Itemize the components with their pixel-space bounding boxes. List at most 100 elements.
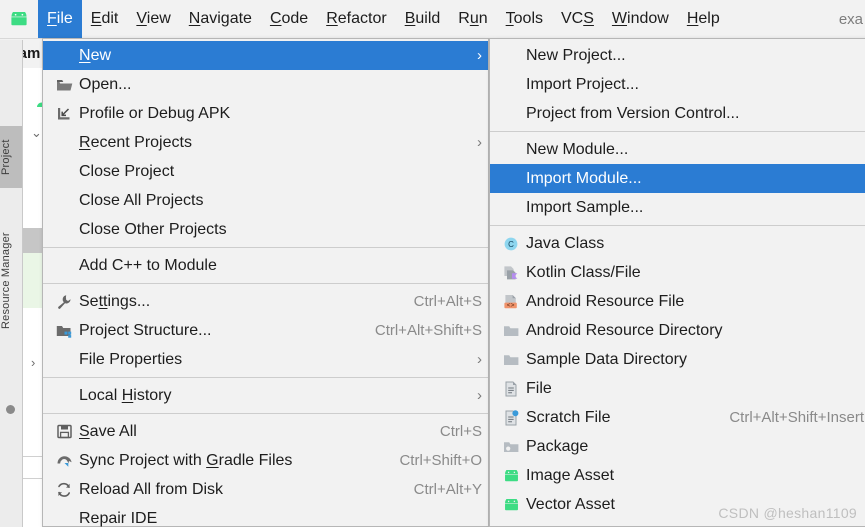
android-logo-icon <box>498 466 524 486</box>
new-submenu-popup[interactable]: New Project... Import Project... Project… <box>489 38 865 527</box>
wrench-icon <box>51 292 77 312</box>
blank-icon <box>51 509 77 527</box>
chevron-right-icon: › <box>477 134 482 151</box>
project-name-label: exa <box>838 10 863 28</box>
menu-item-android-resource-directory[interactable]: Android Resource Directory <box>490 316 865 345</box>
file-icon <box>498 379 524 399</box>
menu-accel: Ctrl+Alt+Shift+Insert <box>729 409 864 426</box>
menu-item-java-class[interactable]: C Java Class <box>490 229 865 258</box>
menu-item-kotlin-class-file[interactable]: Kotlin Class/File <box>490 258 865 287</box>
menu-accel: Ctrl+Alt+Y <box>413 481 482 498</box>
menu-bar: File Edit View Navigate Code Refactor Bu… <box>0 0 865 39</box>
menu-item-repair-ide[interactable]: Repair IDE <box>43 504 488 527</box>
blank-icon <box>51 256 77 276</box>
save-icon <box>51 422 77 442</box>
java-class-icon: C <box>498 234 524 254</box>
project-tree-expander-2-icon[interactable]: › <box>31 355 35 370</box>
svg-text:<>: <> <box>507 302 515 309</box>
menu-item-save-all[interactable]: Save All Ctrl+S <box>43 417 488 446</box>
menu-item-open[interactable]: Open... <box>43 70 488 99</box>
blank-icon <box>498 140 524 160</box>
menubar-item-edit[interactable]: Edit <box>82 0 128 38</box>
menu-separator <box>43 413 488 414</box>
menu-item-import-sample[interactable]: Import Sample... <box>490 193 865 222</box>
sidebar-tab-project[interactable]: Project <box>0 126 22 188</box>
menu-item-import-project[interactable]: Import Project... <box>490 70 865 99</box>
menubar-item-tools[interactable]: Tools <box>497 0 552 38</box>
android-resource-file-icon: <> <box>498 292 524 312</box>
menu-item-close-project[interactable]: Close Project <box>43 157 488 186</box>
menu-item-new[interactable]: New › <box>43 41 488 70</box>
blank-icon <box>51 162 77 182</box>
menu-accel: Ctrl+Alt+S <box>413 293 482 310</box>
menu-item-local-history[interactable]: Local History › <box>43 381 488 410</box>
chevron-right-icon: › <box>477 47 482 64</box>
menubar-item-window[interactable]: Window <box>603 0 678 38</box>
menu-item-project-from-version-control[interactable]: Project from Version Control... <box>490 99 865 128</box>
menu-item-package[interactable]: Package <box>490 432 865 461</box>
blank-icon <box>498 104 524 124</box>
menu-item-recent-projects[interactable]: Recent Projects › <box>43 128 488 157</box>
menubar-item-code[interactable]: Code <box>261 0 317 38</box>
menu-separator <box>43 283 488 284</box>
blank-icon <box>51 386 77 406</box>
gradle-sync-icon <box>51 451 77 471</box>
tool-window-strip: Project Resource Manager <box>0 40 23 527</box>
android-studio-logo-icon <box>0 0 38 38</box>
menu-item-close-other-projects[interactable]: Close Other Projects <box>43 215 488 244</box>
sidebar-tab-resource-manager[interactable]: Resource Manager <box>0 222 22 340</box>
menu-item-image-asset[interactable]: Image Asset <box>490 461 865 490</box>
menu-item-settings[interactable]: Settings... Ctrl+Alt+S <box>43 287 488 316</box>
menu-item-sync-project-with-gradle-files[interactable]: Sync Project with Gradle Files Ctrl+Shif… <box>43 446 488 475</box>
menu-item-repair-ide-label: Repair IDE <box>79 509 158 527</box>
menu-item-reload-all-from-disk[interactable]: Reload All from Disk Ctrl+Alt+Y <box>43 475 488 504</box>
menu-accel: Ctrl+Shift+O <box>399 452 482 469</box>
menubar-item-help[interactable]: Help <box>678 0 729 38</box>
menu-item-sample-data-directory[interactable]: Sample Data Directory <box>490 345 865 374</box>
project-tree-expander-icon[interactable]: ⌄ <box>31 125 42 141</box>
watermark: CSDN @heshan1109 <box>718 505 857 521</box>
menubar-item-refactor[interactable]: Refactor <box>317 0 395 38</box>
blank-icon <box>498 198 524 218</box>
reload-icon <box>51 480 77 500</box>
menu-item-new-project[interactable]: New Project... <box>490 41 865 70</box>
file-menu-popup[interactable]: New › Open... Profile or Debug APK Recen… <box>42 38 489 527</box>
menubar-item-file[interactable]: File <box>38 0 82 38</box>
apk-import-icon <box>51 104 77 124</box>
blank-icon <box>51 350 77 370</box>
android-logo-icon <box>498 495 524 515</box>
menu-item-file[interactable]: File <box>490 374 865 403</box>
kotlin-class-icon <box>498 263 524 283</box>
blank-icon <box>51 220 77 240</box>
menu-item-close-all-projects[interactable]: Close All Projects <box>43 186 488 215</box>
menu-separator <box>43 247 488 248</box>
svg-text:C: C <box>508 240 514 249</box>
scratch-file-icon <box>498 408 524 428</box>
menu-item-new-module[interactable]: New Module... <box>490 135 865 164</box>
menubar-item-view[interactable]: View <box>127 0 179 38</box>
ide-screenshot: exam Project Resource Manager ⌄ › File E… <box>0 0 865 527</box>
module-icon <box>51 321 77 341</box>
package-icon <box>498 437 524 457</box>
menu-item-add-cpp-to-module[interactable]: Add C++ to Module <box>43 251 488 280</box>
menu-item-project-structure[interactable]: Project Structure... Ctrl+Alt+Shift+S <box>43 316 488 345</box>
menubar-item-run[interactable]: Run <box>449 0 496 38</box>
blank-icon <box>51 133 77 153</box>
menu-item-profile-or-debug-apk[interactable]: Profile or Debug APK <box>43 99 488 128</box>
menubar-item-navigate[interactable]: Navigate <box>180 0 261 38</box>
menu-accel: Ctrl+Alt+Shift+S <box>374 322 482 339</box>
blank-icon <box>498 169 524 189</box>
menubar-item-vcs[interactable]: VCS <box>552 0 603 38</box>
blank-icon <box>51 191 77 211</box>
menu-item-import-module[interactable]: Import Module... <box>490 164 865 193</box>
menu-item-file-properties[interactable]: File Properties › <box>43 345 488 374</box>
menu-separator <box>490 225 865 226</box>
folder-icon <box>498 350 524 370</box>
folder-icon <box>498 321 524 341</box>
menu-separator <box>490 131 865 132</box>
blank-icon <box>51 46 77 66</box>
blank-icon <box>498 75 524 95</box>
menubar-item-build[interactable]: Build <box>396 0 450 38</box>
menu-item-android-resource-file[interactable]: <> Android Resource File <box>490 287 865 316</box>
menu-item-scratch-file[interactable]: Scratch File Ctrl+Alt+Shift+Insert <box>490 403 865 432</box>
